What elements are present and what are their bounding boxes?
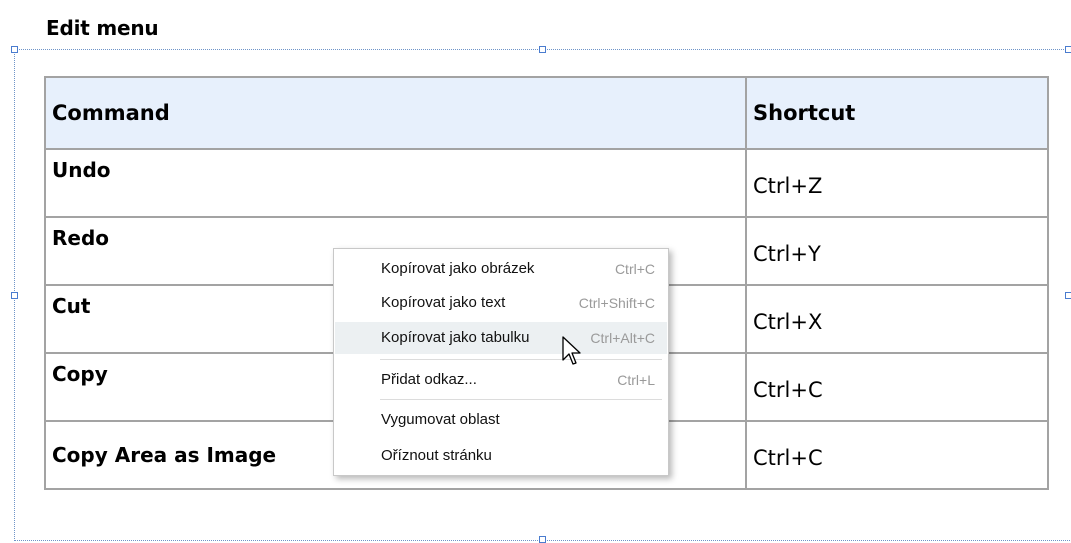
- menu-item-copy-as-table[interactable]: Kopírovat jako tabulku Ctrl+Alt+C: [335, 322, 667, 354]
- column-header-command: Command: [44, 76, 747, 150]
- menu-item-shortcut: Ctrl+Alt+C: [590, 330, 655, 346]
- menu-item-add-link[interactable]: Přidat odkaz... Ctrl+L: [335, 364, 667, 396]
- context-menu: Kopírovat jako obrázek Ctrl+C Kopírovat …: [333, 248, 669, 476]
- mouse-pointer-icon: [562, 336, 581, 365]
- menu-item-label: Kopírovat jako text: [381, 294, 506, 311]
- shortcut-cell: Ctrl+C: [745, 352, 1049, 422]
- resize-handle-middle-right[interactable]: [1065, 292, 1071, 299]
- table-header-row: Command Shortcut: [44, 76, 1049, 150]
- shortcut-cell: Ctrl+Z: [745, 148, 1049, 218]
- column-header-shortcut: Shortcut: [745, 76, 1049, 150]
- menu-item-shortcut: Ctrl+C: [614, 261, 655, 277]
- menu-item-label: Kopírovat jako tabulku: [381, 329, 530, 346]
- shortcut-cell: Ctrl+Y: [745, 216, 1049, 286]
- menu-item-label: Oříznout stránku: [381, 447, 492, 464]
- menu-item-label: Vygumovat oblast: [381, 411, 500, 428]
- shortcut-cell: Ctrl+C: [745, 420, 1049, 490]
- menu-item-shortcut: Ctrl+L: [617, 372, 655, 388]
- menu-item-copy-as-image[interactable]: Kopírovat jako obrázek Ctrl+C: [335, 253, 667, 285]
- shortcut-cell: Ctrl+X: [745, 284, 1049, 354]
- menu-item-label: Kopírovat jako obrázek: [381, 260, 535, 277]
- page-title: Edit menu: [46, 16, 159, 40]
- menu-separator: [380, 359, 662, 360]
- menu-item-shortcut: Ctrl+Shift+C: [578, 295, 655, 311]
- resize-handle-top-left[interactable]: [11, 46, 18, 53]
- resize-handle-top-right[interactable]: [1065, 46, 1071, 53]
- menu-item-erase-area[interactable]: Vygumovat oblast: [335, 404, 667, 436]
- menu-item-copy-as-text[interactable]: Kopírovat jako text Ctrl+Shift+C: [335, 287, 667, 319]
- table-row: Undo Ctrl+Z: [44, 148, 1049, 218]
- menu-item-crop-page[interactable]: Oříznout stránku: [335, 440, 667, 472]
- menu-item-label: Přidat odkaz...: [381, 371, 477, 388]
- resize-handle-middle-left[interactable]: [11, 292, 18, 299]
- command-cell: Undo: [44, 148, 747, 218]
- resize-handle-top-center[interactable]: [539, 46, 546, 53]
- menu-separator: [380, 399, 662, 400]
